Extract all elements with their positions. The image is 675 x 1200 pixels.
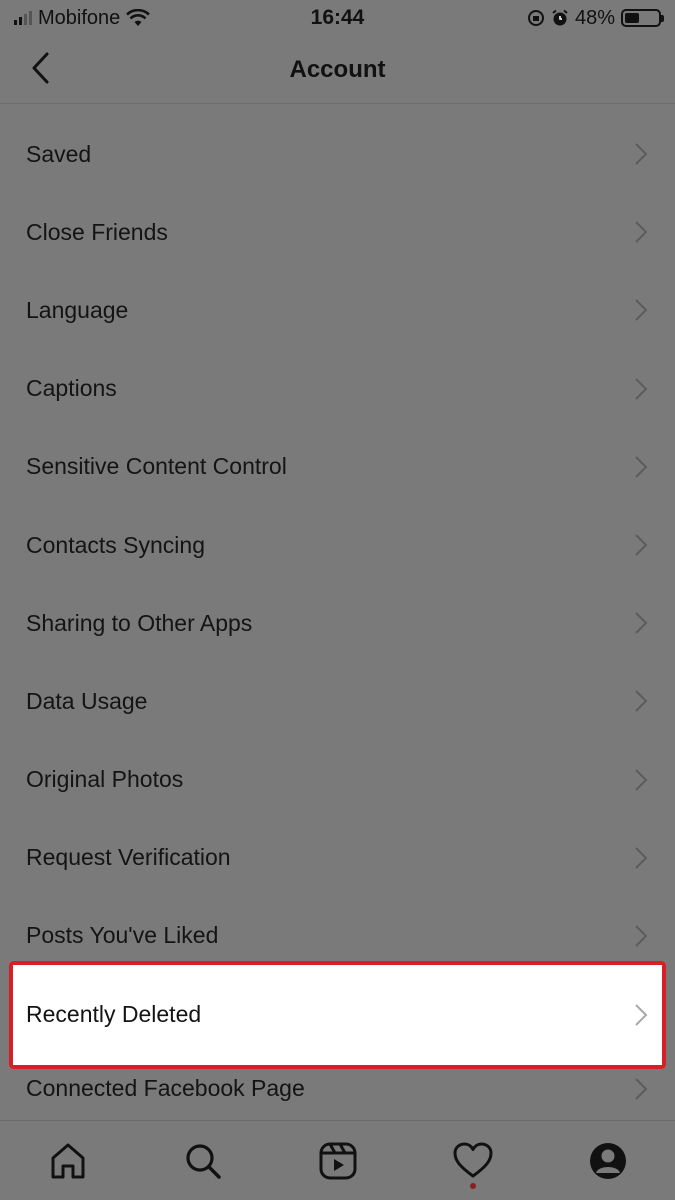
bottom-tab-bar xyxy=(0,1120,675,1200)
signal-icon xyxy=(14,11,32,25)
chevron-right-icon xyxy=(635,456,648,478)
activity-heart-icon xyxy=(453,1142,492,1177)
menu-item-data-usage[interactable]: Data Usage xyxy=(0,662,675,740)
menu-item-label: Sharing to Other Apps xyxy=(26,609,253,636)
menu-item-label: Recently Deleted xyxy=(26,1001,202,1028)
chevron-right-icon xyxy=(635,847,648,869)
chevron-right-icon xyxy=(635,143,648,165)
menu-item-label: Original Photos xyxy=(26,766,184,793)
menu-item-posts-youve-liked[interactable]: Posts You've Liked xyxy=(0,897,675,957)
menu-item-sensitive-content-control[interactable]: Sensitive Content Control xyxy=(0,428,675,506)
nav-header: Account xyxy=(0,36,675,104)
tab-reels[interactable] xyxy=(308,1131,368,1191)
chevron-right-icon xyxy=(635,612,648,634)
menu-item-contacts-syncing[interactable]: Contacts Syncing xyxy=(0,506,675,584)
menu-item-saved[interactable]: Saved xyxy=(0,115,675,193)
chevron-right-icon xyxy=(635,925,648,947)
status-bar: Mobifone 16:44 48% xyxy=(0,0,675,36)
chevron-right-icon xyxy=(635,1004,648,1026)
chevron-right-icon xyxy=(635,221,648,243)
menu-item-label: Close Friends xyxy=(26,218,168,245)
back-button[interactable] xyxy=(20,48,60,88)
tab-profile[interactable] xyxy=(578,1131,638,1191)
notification-dot xyxy=(469,1182,476,1189)
chevron-right-icon xyxy=(635,299,648,322)
menu-item-close-friends[interactable]: Close Friends xyxy=(0,193,675,271)
menu-item-label: Saved xyxy=(26,140,92,167)
menu-item-recently-deleted[interactable]: Recently Deleted xyxy=(9,960,666,1069)
menu-item-label: Posts You've Liked xyxy=(26,921,219,948)
battery-icon xyxy=(621,9,664,27)
chevron-right-icon xyxy=(635,690,648,713)
menu-item-original-photos[interactable]: Original Photos xyxy=(0,741,675,819)
menu-item-sharing-to-other-apps[interactable]: Sharing to Other Apps xyxy=(0,584,675,662)
page-title: Account xyxy=(289,55,386,83)
menu-item-language[interactable]: Language xyxy=(0,271,675,349)
tab-home[interactable] xyxy=(38,1131,98,1191)
chevron-left-icon xyxy=(32,52,49,84)
tab-search[interactable] xyxy=(173,1131,233,1191)
chevron-right-icon xyxy=(635,377,648,400)
menu-item-label: Sensitive Content Control xyxy=(26,453,287,480)
menu-item-label: Language xyxy=(26,296,129,323)
carrier-name: Mobifone xyxy=(38,6,121,29)
tab-activity[interactable] xyxy=(443,1131,503,1191)
menu-item-label: Request Verification xyxy=(26,844,231,871)
search-icon xyxy=(185,1143,221,1179)
menu-item-label: Contacts Syncing xyxy=(26,531,205,558)
status-right: 48% xyxy=(527,6,664,30)
menu-item-label: Captions xyxy=(26,375,117,402)
orientation-lock-icon xyxy=(527,10,544,26)
reels-icon xyxy=(319,1142,356,1179)
menu-item-request-verification[interactable]: Request Verification xyxy=(0,819,675,897)
home-icon xyxy=(51,1143,84,1178)
menu-item-captions[interactable]: Captions xyxy=(0,350,675,428)
menu-item-label: Data Usage xyxy=(26,687,148,714)
chevron-right-icon xyxy=(635,768,648,791)
alarm-icon xyxy=(552,9,568,26)
chevron-right-icon xyxy=(635,1078,648,1100)
battery-percent: 48% xyxy=(574,6,615,29)
account-menu-list: Saved Close Friends Language Captions Se… xyxy=(0,115,675,1109)
profile-icon xyxy=(589,1142,626,1179)
menu-item-label: Connected Facebook Page xyxy=(26,1075,305,1102)
status-left: Mobifone xyxy=(14,6,151,30)
menu-item-connected-facebook-page[interactable]: Connected Facebook Page xyxy=(0,1069,675,1109)
wifi-icon xyxy=(126,9,151,26)
chevron-right-icon xyxy=(635,534,648,556)
